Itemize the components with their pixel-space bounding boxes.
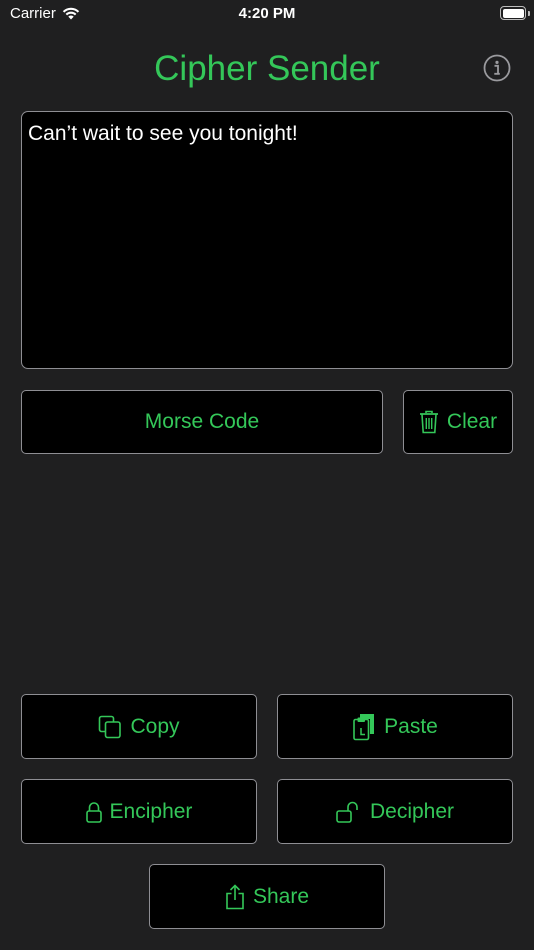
status-time: 4:20 PM xyxy=(238,5,296,22)
paste-button[interactable]: Paste xyxy=(277,694,513,759)
info-button[interactable] xyxy=(483,54,511,82)
copy-icon xyxy=(99,715,122,738)
clear-label: Clear xyxy=(446,410,498,433)
encipher-button[interactable]: Encipher xyxy=(21,779,257,844)
decipher-button[interactable]: Decipher xyxy=(277,779,513,844)
page-title: Cipher Sender xyxy=(154,49,380,88)
copy-label: Copy xyxy=(130,714,180,738)
unlock-icon xyxy=(336,801,358,823)
app-screen: Carrier 4:20 PM Cipher Sender Can’t wait… xyxy=(0,0,534,950)
morse-code-label: Morse Code xyxy=(144,410,260,433)
battery-icon xyxy=(500,6,526,20)
info-circle-icon xyxy=(483,54,511,82)
paste-icon xyxy=(353,713,375,740)
share-icon xyxy=(226,883,244,909)
share-button[interactable]: Share xyxy=(149,864,385,929)
morse-code-button[interactable]: Morse Code xyxy=(21,390,383,454)
copy-button[interactable]: Copy xyxy=(21,694,257,759)
status-bar: Carrier 4:20 PM xyxy=(0,0,534,30)
battery-level xyxy=(502,8,524,18)
clear-button[interactable]: Clear xyxy=(403,390,513,454)
trash-icon xyxy=(419,410,438,434)
encipher-label: Encipher xyxy=(109,799,193,823)
lock-icon xyxy=(85,801,102,823)
decipher-label: Decipher xyxy=(369,799,455,823)
paste-label: Paste xyxy=(384,714,438,738)
message-text-view[interactable]: Can’t wait to see you tonight! xyxy=(21,111,513,369)
battery-cap xyxy=(528,11,530,16)
share-label: Share xyxy=(252,884,310,908)
